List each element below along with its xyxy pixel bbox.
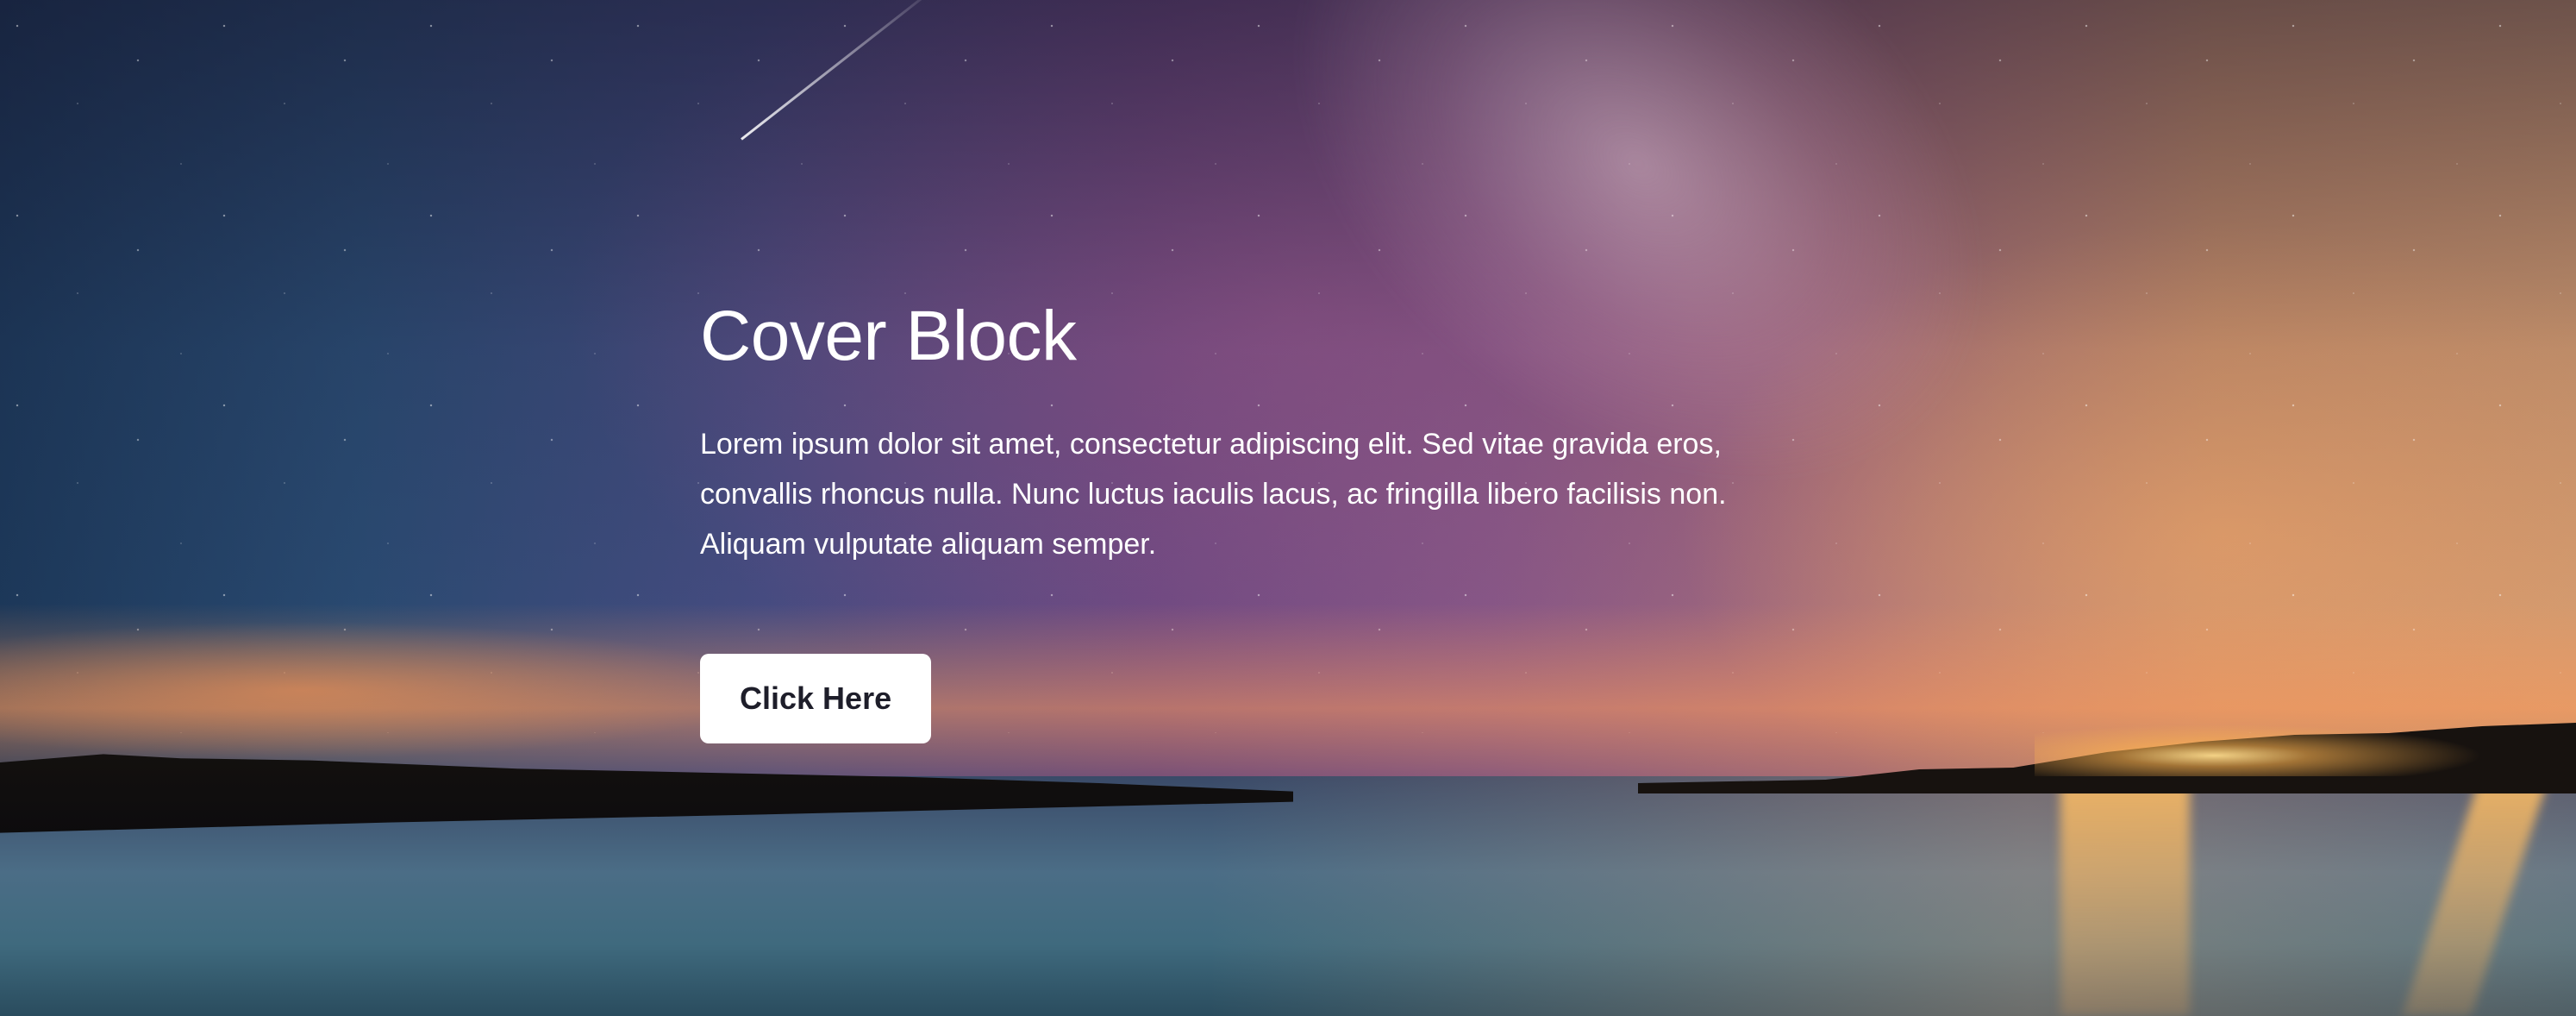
cover-content: Cover Block Lorem ipsum dolor sit amet, … [700,292,1821,743]
water-sheen [1207,776,2576,1016]
town-lights [2035,724,2483,776]
light-reflection [2060,785,2190,1016]
cover-title: Cover Block [700,297,1077,375]
cover-description: Lorem ipsum dolor sit amet, consectetur … [700,428,1727,561]
left-horizon-glow [0,621,776,759]
cover-block: Cover Block Lorem ipsum dolor sit amet, … [0,0,2576,1016]
click-here-button[interactable]: Click Here [700,654,932,743]
